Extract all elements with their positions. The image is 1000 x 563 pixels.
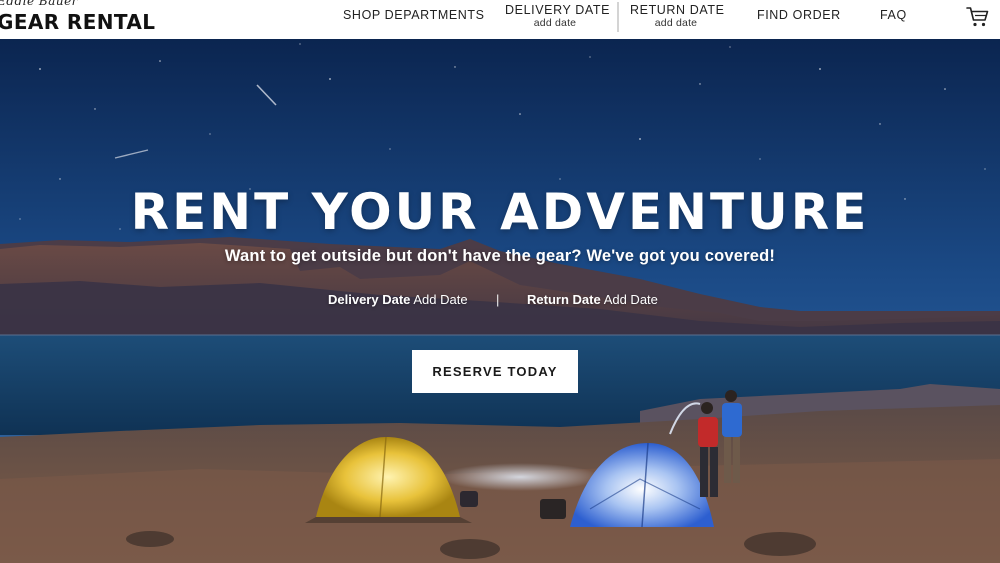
- reserve-today-button[interactable]: RESERVE TODAY: [412, 350, 578, 393]
- hero-subheadline: Want to get outside but don't have the g…: [224, 247, 776, 265]
- hero-delivery-date-value: Add Date: [413, 292, 468, 307]
- nav-delivery-date-label: DELIVERY DATE: [505, 3, 611, 17]
- hero-delivery-date[interactable]: Delivery Date Add Date: [328, 292, 468, 307]
- hero-return-date-label: Return Date: [527, 292, 601, 307]
- nav-delivery-date[interactable]: DELIVERY DATE add date: [505, 3, 611, 29]
- brand-script: Eddie Bauer: [0, 0, 78, 8]
- nav-faq[interactable]: FAQ: [880, 8, 907, 22]
- nav-shop-departments[interactable]: SHOP DEPARTMENTS: [343, 8, 485, 22]
- brand-name: GEAR RENTAL: [0, 10, 156, 34]
- nav-find-order[interactable]: FIND ORDER: [757, 8, 841, 22]
- hero-delivery-date-label: Delivery Date: [328, 292, 411, 307]
- shopping-cart-icon[interactable]: [966, 6, 990, 28]
- hero-headline: RENT YOUR ADVENTURE: [130, 183, 870, 241]
- nav-return-date-value: add date: [654, 17, 698, 29]
- nav-return-date-label: RETURN DATE: [630, 3, 725, 17]
- nav-delivery-date-value: add date: [533, 17, 577, 29]
- nav-divider: [617, 2, 619, 32]
- hero-return-date[interactable]: Return Date Add Date: [527, 292, 658, 307]
- brand-logo[interactable]: Eddie Bauer GEAR RENTAL: [0, 0, 155, 38]
- hero-banner: RENT YOUR ADVENTURE Want to get outside …: [0, 39, 1000, 563]
- hero-return-date-value: Add Date: [603, 292, 658, 307]
- site-header: Eddie Bauer GEAR RENTAL SHOP DEPARTMENTS…: [0, 0, 1000, 39]
- nav-return-date[interactable]: RETURN DATE add date: [630, 3, 725, 29]
- hero-background-photo: [0, 39, 1000, 563]
- date-separator: |: [496, 292, 500, 307]
